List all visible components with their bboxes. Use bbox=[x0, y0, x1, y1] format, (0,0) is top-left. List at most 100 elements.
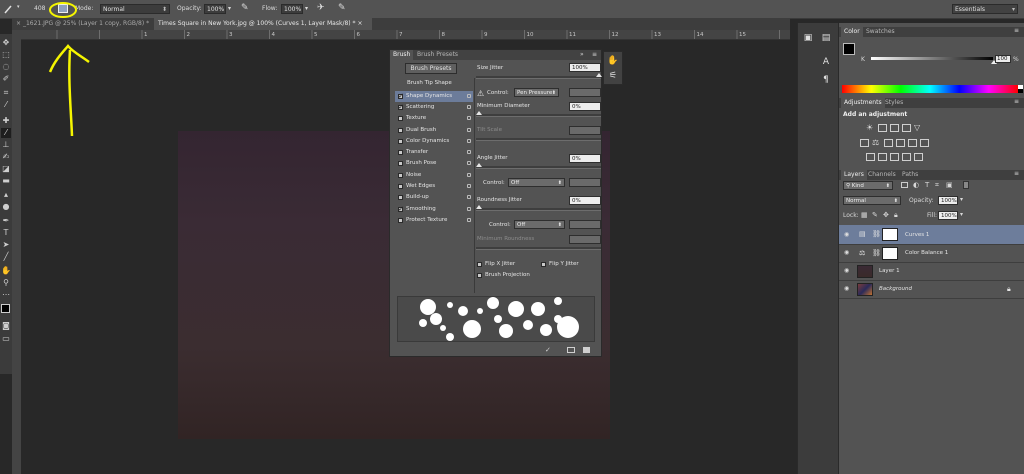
actions-icon[interactable]: ▤ bbox=[820, 32, 832, 44]
checkbox[interactable] bbox=[398, 150, 403, 155]
fill-field[interactable]: 100% bbox=[938, 211, 958, 220]
paragraph-icon[interactable]: ¶ bbox=[820, 74, 832, 86]
checkbox[interactable] bbox=[398, 184, 403, 189]
option-color-dynamics[interactable]: Color Dynamics bbox=[395, 136, 473, 147]
k-value-field[interactable]: 100 bbox=[995, 55, 1011, 63]
layer-name[interactable]: Layer 1 bbox=[879, 268, 900, 274]
character-icon[interactable]: A bbox=[820, 56, 832, 68]
layer-opacity-dropdown[interactable]: ▾ bbox=[960, 196, 963, 203]
brush-tip-shape-item[interactable]: Brush Tip Shape bbox=[407, 80, 452, 86]
filter-toggle-icon[interactable] bbox=[963, 181, 969, 189]
option-smoothing[interactable]: Smoothing bbox=[395, 204, 473, 215]
foreground-color-swatch[interactable] bbox=[1, 304, 10, 313]
marquee-tool-icon[interactable]: ⬚ bbox=[1, 50, 11, 60]
workspace-switcher[interactable]: Essentials ▾ bbox=[952, 4, 1018, 14]
pen-tool-icon[interactable]: ✒ bbox=[1, 216, 11, 226]
mask-link-icon[interactable]: ⛓ bbox=[872, 230, 881, 238]
black-white-ramp[interactable] bbox=[1018, 85, 1023, 93]
history-brush-tool-icon[interactable]: ✍ bbox=[1, 152, 11, 162]
selective-color-icon[interactable] bbox=[914, 153, 923, 161]
k-slider-track[interactable] bbox=[871, 57, 993, 60]
option-build-up[interactable]: Build-up bbox=[395, 192, 473, 203]
size-jitter-slider[interactable] bbox=[476, 73, 602, 79]
crop-tool-icon[interactable]: ⌗ bbox=[1, 88, 11, 98]
color-lookup-icon[interactable] bbox=[920, 139, 929, 147]
layer-thumbnail[interactable] bbox=[857, 265, 873, 278]
roundness-control-select[interactable]: Off bbox=[514, 220, 565, 229]
eraser-tool-icon[interactable]: ◪ bbox=[1, 164, 11, 174]
tilt-scale-slider[interactable] bbox=[476, 138, 601, 141]
checkbox[interactable] bbox=[398, 204, 404, 215]
layer-row-color-balance[interactable]: ◉ ⚖ ⛓ Color Balance 1 bbox=[839, 245, 1024, 263]
roundness-jitter-field[interactable]: 0% bbox=[569, 196, 601, 205]
quick-mask-icon[interactable]: ◙ bbox=[1, 321, 11, 331]
layer-mask-thumbnail[interactable] bbox=[882, 247, 898, 260]
checkbox[interactable] bbox=[477, 273, 482, 278]
checkbox[interactable] bbox=[398, 161, 403, 166]
pressure-opacity-icon[interactable]: ✎ bbox=[241, 3, 249, 13]
layer-name[interactable]: Color Balance 1 bbox=[905, 250, 948, 256]
fade-steps-field[interactable] bbox=[569, 88, 601, 97]
min-diameter-slider[interactable] bbox=[476, 111, 601, 117]
move-tool-icon[interactable]: ✥ bbox=[1, 38, 11, 48]
checkbox[interactable] bbox=[398, 102, 404, 113]
fill-dropdown[interactable]: ▾ bbox=[960, 211, 963, 218]
curves-icon[interactable] bbox=[890, 124, 899, 132]
lock-icon[interactable] bbox=[467, 116, 471, 120]
photo-filter-icon[interactable] bbox=[896, 139, 905, 147]
min-diameter-field[interactable]: 0% bbox=[569, 102, 601, 111]
option-protect-texture[interactable]: Protect Texture bbox=[395, 215, 473, 226]
tab-close-icon[interactable]: × bbox=[356, 20, 362, 27]
panel-menu-icon[interactable]: ≡ bbox=[1014, 170, 1019, 177]
visibility-eye-icon[interactable]: ◉ bbox=[844, 232, 850, 238]
lock-pixels-icon[interactable]: ✎ bbox=[872, 211, 878, 219]
lock-icon[interactable] bbox=[467, 128, 471, 132]
collapse-icon[interactable]: » bbox=[580, 51, 584, 58]
option-texture[interactable]: Texture bbox=[395, 113, 473, 124]
lock-icon[interactable] bbox=[467, 218, 471, 222]
checkbox[interactable] bbox=[398, 173, 403, 178]
layer-row-layer1[interactable]: ◉ Layer 1 bbox=[839, 263, 1024, 281]
checkbox[interactable] bbox=[398, 128, 403, 133]
layer-thumbnail[interactable] bbox=[857, 283, 873, 296]
brush-projection-checkbox-row[interactable]: Brush Projection bbox=[474, 270, 601, 282]
brush-size-value[interactable]: 408 bbox=[34, 5, 45, 12]
checkbox[interactable] bbox=[398, 139, 403, 144]
healing-tool-icon[interactable]: ✚ bbox=[1, 116, 11, 126]
layer-filter-kind-select[interactable]: ⚲ Kind bbox=[843, 181, 893, 190]
checkbox[interactable] bbox=[398, 116, 403, 121]
shape-filter-icon[interactable]: ⌗ bbox=[935, 181, 939, 190]
angle-jitter-slider[interactable] bbox=[476, 163, 601, 169]
brightness-contrast-icon[interactable]: ☀ bbox=[866, 124, 875, 132]
stamp-tool-icon[interactable]: ⊥ bbox=[1, 140, 11, 150]
option-dual-brush[interactable]: Dual Brush bbox=[395, 125, 473, 136]
tool-preset-dropdown[interactable]: ▾ bbox=[17, 4, 20, 10]
lock-icon[interactable] bbox=[467, 207, 471, 211]
invert-icon[interactable] bbox=[866, 153, 875, 161]
tab-brush-presets[interactable]: Brush Presets bbox=[414, 50, 461, 60]
panel-menu-icon[interactable]: ≡ bbox=[592, 51, 597, 58]
hand-tool-icon[interactable]: ✋ bbox=[1, 266, 11, 276]
tab-close-icon[interactable]: × bbox=[16, 20, 23, 27]
layer-name[interactable]: Curves 1 bbox=[905, 232, 929, 238]
min-roundness-slider[interactable] bbox=[476, 247, 601, 250]
lasso-tool-icon[interactable]: ◌ bbox=[1, 62, 11, 72]
option-noise[interactable]: Noise bbox=[395, 170, 473, 181]
checkbox[interactable] bbox=[477, 262, 482, 267]
hue-saturation-icon[interactable] bbox=[860, 139, 869, 147]
new-preset-icon[interactable] bbox=[583, 347, 590, 353]
document-tab-1[interactable]: × _1621.JPG @ 25% (Layer 1 copy, RGB/8) … bbox=[12, 18, 152, 30]
angle-control-select[interactable]: Off bbox=[508, 178, 565, 187]
mask-link-icon[interactable]: ⛓ bbox=[872, 249, 881, 257]
slider-thumb[interactable] bbox=[476, 163, 482, 167]
tab-brush[interactable]: Brush bbox=[390, 50, 414, 60]
lock-icon[interactable] bbox=[467, 184, 471, 188]
color-balance-icon[interactable]: ⚖ bbox=[872, 139, 881, 147]
brush-tool-icon[interactable] bbox=[3, 4, 13, 14]
path-select-tool-icon[interactable]: ➤ bbox=[1, 240, 11, 250]
create-new-brush-icon[interactable] bbox=[567, 347, 575, 353]
brush-panel-icon[interactable]: ✋ bbox=[607, 55, 619, 67]
black-white-icon[interactable] bbox=[884, 139, 893, 147]
history-icon[interactable]: ▣ bbox=[802, 32, 814, 44]
levels-icon[interactable] bbox=[878, 124, 887, 132]
